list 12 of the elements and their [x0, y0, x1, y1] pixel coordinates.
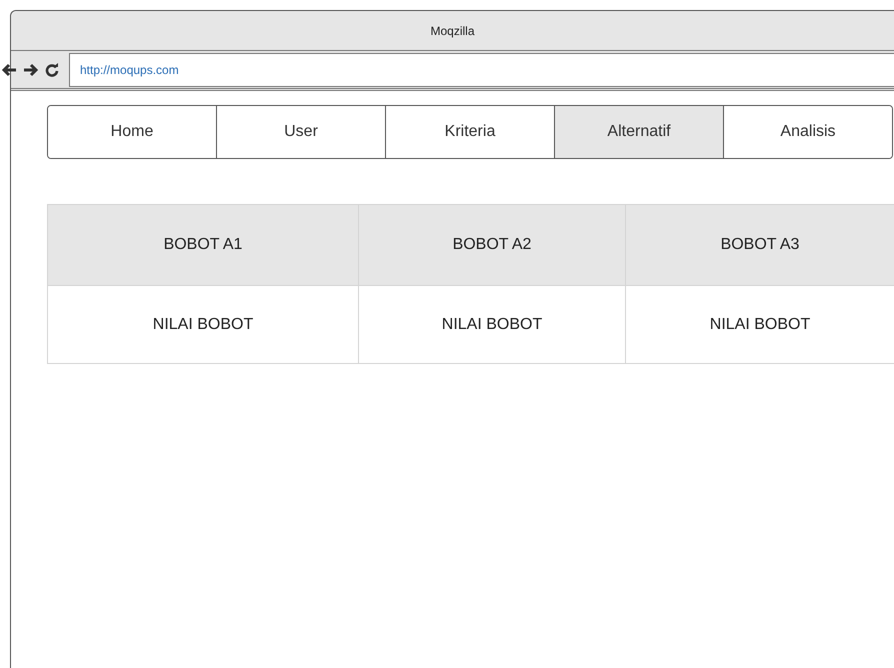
nav-tab[interactable]: Analisis [723, 106, 892, 158]
column-header: BOBOT A3 [626, 204, 894, 286]
address-field[interactable]: http://moqups.com [69, 52, 894, 86]
window-title: Moqzilla [430, 24, 474, 38]
reload-icon[interactable] [45, 62, 59, 76]
table-cell: NILAI BOBOT [358, 286, 626, 364]
nav-tab[interactable]: Alternatif [554, 106, 723, 158]
column-header: BOBOT A2 [358, 204, 626, 286]
table-cell: NILAI BOBOT [48, 286, 358, 364]
column-header: BOBOT A1 [48, 204, 358, 286]
forward-icon[interactable] [23, 62, 39, 76]
back-icon[interactable] [1, 62, 17, 76]
